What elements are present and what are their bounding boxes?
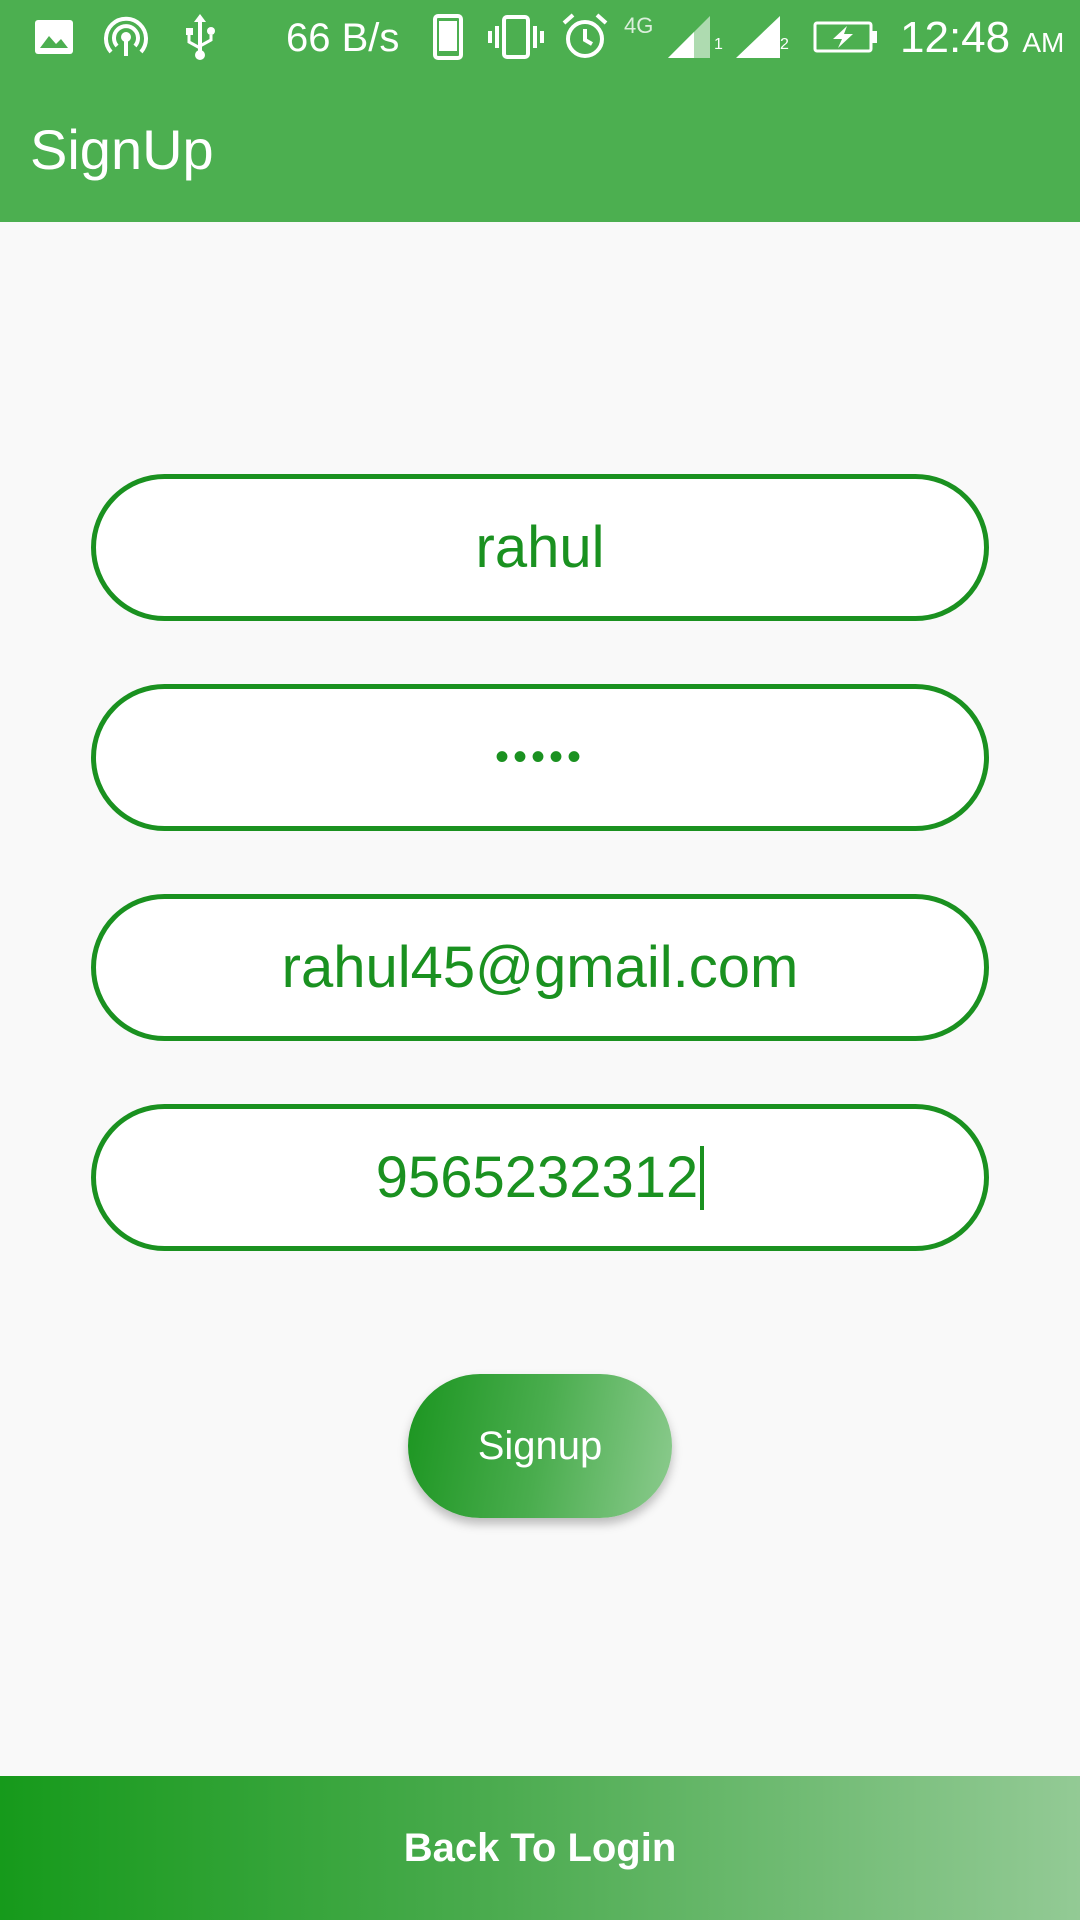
- signal-icon: [664, 12, 720, 62]
- password-field-value: •••••: [494, 735, 586, 779]
- phone-icon: [430, 12, 466, 62]
- phone-field[interactable]: 9565232312: [91, 1104, 989, 1251]
- status-bar: 66 B/s 4G 1 2 12:48 AM: [0, 0, 1080, 75]
- clock-time: 12:48 AM: [900, 13, 1065, 62]
- password-field[interactable]: •••••: [91, 684, 989, 831]
- back-to-login-button[interactable]: Back To Login: [0, 1776, 1080, 1920]
- email-field-value: rahul45@gmail.com: [281, 935, 799, 1000]
- network-type: 4G: [624, 13, 654, 38]
- app-bar: 66 B/s 4G 1 2 12:48 AM SignUp: [0, 0, 1080, 222]
- sim2-label: 2: [780, 36, 789, 53]
- alarm-icon: [560, 12, 610, 62]
- signup-button[interactable]: Signup: [408, 1374, 672, 1518]
- sim1-label: 1: [714, 36, 723, 53]
- vibrate-icon: [486, 12, 546, 62]
- text-cursor: [700, 1145, 705, 1210]
- gallery-icon: [32, 12, 76, 62]
- usb-icon: [178, 12, 222, 62]
- battery-charging-icon: [812, 12, 880, 62]
- network-speed: 66 B/s: [286, 16, 400, 60]
- phone-field-value: 9565232312: [375, 1145, 699, 1210]
- name-field[interactable]: rahul: [91, 474, 989, 621]
- name-field-value: rahul: [475, 515, 605, 580]
- hotspot-icon: [102, 12, 150, 62]
- email-field[interactable]: rahul45@gmail.com: [91, 894, 989, 1041]
- page-title: SignUp: [30, 118, 214, 181]
